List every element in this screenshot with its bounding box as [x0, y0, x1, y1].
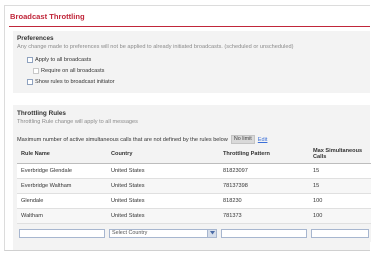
edit-max-calls-link[interactable]: Edit: [258, 137, 268, 143]
country-select-value: Select Country: [112, 230, 148, 236]
apply-all-option[interactable]: Apply to all broadcasts: [27, 57, 91, 63]
show-rules-checkbox[interactable]: [27, 79, 33, 85]
max-calls-cell: 100: [309, 208, 371, 224]
table-row[interactable]: Glendale United States 818230 100: [17, 193, 371, 209]
column-header[interactable]: Country: [107, 145, 219, 164]
title-divider: [9, 26, 370, 27]
rule-name-input[interactable]: [19, 228, 105, 238]
rule-name-cell: Glendale: [17, 193, 107, 209]
column-header[interactable]: Rule Name: [17, 145, 107, 164]
country-cell: United States: [107, 178, 219, 194]
throttling-rules-section: Throttling Rules Throttling Rule change …: [13, 105, 371, 250]
country-select[interactable]: Select Country: [109, 228, 217, 238]
rule-name-cell: Waltham: [17, 208, 107, 224]
pattern-cell: 818230: [219, 193, 309, 209]
pattern-cell: 81823097: [219, 163, 309, 179]
max-calls-cell: 15: [309, 163, 371, 179]
max-calls-cell: 100: [309, 193, 371, 209]
preferences-description: Any change made to preferences will not …: [17, 44, 294, 50]
require-all-checkbox[interactable]: [33, 68, 39, 74]
broadcast-throttling-panel: Broadcast Throttling Preferences Any cha…: [4, 5, 371, 251]
rule-name-cell: Everbridge Waltham: [17, 178, 107, 194]
max-calls-value: No limit: [230, 135, 255, 144]
table-row[interactable]: Everbridge Waltham United States 7813739…: [17, 178, 371, 194]
require-all-label: Require on all broadcasts: [41, 68, 105, 74]
column-header[interactable]: Throttling Pattern: [219, 145, 309, 164]
throttling-pattern-input[interactable]: [221, 228, 307, 238]
rules-description: Throttling Rule change will apply to all…: [17, 119, 138, 125]
throttling-rules-table: Rule Name Country Throttling Pattern Max…: [17, 145, 371, 242]
new-rule-row: Select Country: [17, 223, 371, 242]
chevron-down-icon[interactable]: [207, 229, 216, 237]
apply-all-checkbox[interactable]: [27, 57, 33, 63]
rule-name-cell: Everbridge Glendale: [17, 163, 107, 179]
apply-all-label: Apply to all broadcasts: [35, 57, 92, 63]
max-calls-input[interactable]: [311, 228, 369, 238]
page-title: Broadcast Throttling: [10, 12, 85, 21]
require-all-option[interactable]: Require on all broadcasts: [33, 68, 104, 74]
show-rules-label: Show rules to broadcast initiator: [35, 79, 115, 85]
pattern-cell: 781373: [219, 208, 309, 224]
preferences-section: Preferences Any change made to preferenc…: [13, 31, 370, 93]
table-header-row: Rule Name Country Throttling Pattern Max…: [17, 145, 371, 164]
country-cell: United States: [107, 193, 219, 209]
max-calls-label: Maximum number of active simultaneous ca…: [17, 136, 228, 143]
rules-title: Throttling Rules: [17, 110, 66, 117]
show-rules-option[interactable]: Show rules to broadcast initiator: [27, 79, 115, 85]
column-header[interactable]: Max Simultaneous Calls: [309, 145, 371, 164]
table-row[interactable]: Everbridge Glendale United States 818230…: [17, 163, 371, 179]
country-cell: United States: [107, 208, 219, 224]
country-cell: United States: [107, 163, 219, 179]
pattern-cell: 78137398: [219, 178, 309, 194]
preferences-title: Preferences: [17, 35, 54, 42]
table-row[interactable]: Waltham United States 781373 100: [17, 208, 371, 224]
max-calls-cell: 15: [309, 178, 371, 194]
max-calls-line: Maximum number of active simultaneous ca…: [17, 135, 267, 144]
